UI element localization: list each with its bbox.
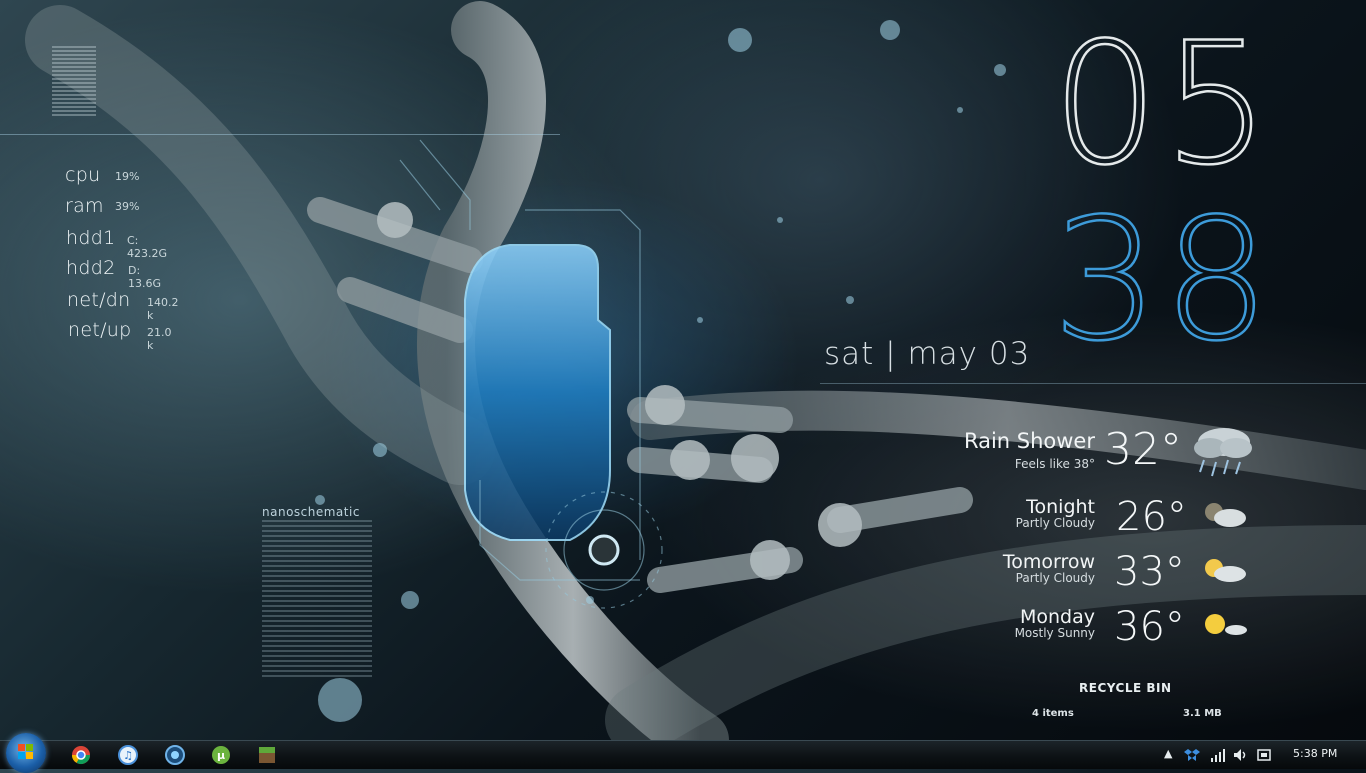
weather-feels-like: Feels like 38° — [1014, 457, 1095, 471]
ram-value: 39% — [115, 200, 140, 213]
weather-monday-condition: Mostly Sunny — [1014, 626, 1095, 640]
hdd2-value: D: 13.6G — [128, 264, 162, 290]
clock-minute: 38 — [1051, 182, 1274, 378]
dropbox-icon[interactable] — [1184, 747, 1200, 763]
net-down-value: 140.2 k — [147, 296, 179, 322]
net-up-label: net/up — [68, 319, 132, 341]
weather-tonight-period: Tonight — [1026, 496, 1095, 518]
mostly-sunny-icon — [1205, 614, 1247, 635]
weather-tomorrow-condition: Partly Cloudy — [1015, 571, 1095, 585]
recycle-bin-title[interactable]: RECYCLE BIN — [1079, 681, 1172, 695]
recycle-bin-size: 3.1 MB — [1183, 708, 1222, 719]
show-hidden-icons-arrow[interactable]: ▲ — [1164, 747, 1172, 760]
taskbar: ♫ µ ▲ 5:38 PM — [0, 733, 1366, 773]
hdd1-value: C: 423.2G — [127, 234, 168, 260]
svg-text:µ: µ — [217, 749, 225, 762]
ram-label: ram — [65, 195, 104, 217]
cpu-value: 19% — [115, 170, 140, 183]
clock-date: sat | may 03 — [824, 336, 1031, 372]
action-center-icon[interactable] — [1256, 747, 1272, 763]
recycle-bin-item-count: 4 items — [1032, 708, 1074, 719]
volume-icon[interactable] — [1233, 747, 1249, 763]
weather-tomorrow-temp: 33° — [1114, 549, 1185, 595]
utorrent-icon[interactable]: µ — [210, 744, 232, 766]
hud-divider-left — [0, 134, 560, 135]
itunes-icon[interactable]: ♫ — [117, 744, 139, 766]
hud-divider-right — [820, 383, 1366, 384]
weather-tomorrow-period: Tomorrow — [1002, 551, 1095, 573]
wallpaper-label: nanoschematic — [262, 505, 360, 519]
hdd2-label: hdd2 — [66, 257, 116, 279]
clock-hour: 05 — [1051, 6, 1274, 202]
rain-cloud-icon — [1194, 428, 1252, 477]
partly-cloudy-day-icon — [1205, 559, 1246, 582]
weather-tonight-temp: 26° — [1116, 494, 1187, 540]
cpu-label: cpu — [65, 164, 101, 186]
net-down-label: net/dn — [67, 289, 131, 311]
net-up-value: 21.0 k — [147, 326, 172, 352]
wallpaper-text-block — [262, 520, 372, 680]
start-button[interactable] — [6, 733, 46, 773]
minecraft-icon[interactable] — [256, 744, 278, 766]
weather-tonight-condition: Partly Cloudy — [1015, 516, 1095, 530]
hdd1-label: hdd1 — [66, 227, 116, 249]
taskbar-clock[interactable]: 5:38 PM — [1293, 747, 1337, 760]
svg-text:♫: ♫ — [123, 749, 133, 762]
weather-monday-period: Monday — [1019, 606, 1095, 628]
wallpaper-fine-print — [52, 46, 96, 116]
media-center-icon[interactable] — [164, 744, 186, 766]
network-signal-icon[interactable] — [1210, 747, 1226, 763]
windows-logo-icon — [18, 744, 33, 759]
partly-cloudy-night-icon — [1205, 503, 1246, 527]
weather-current-temp: 32° — [1104, 424, 1182, 475]
chrome-icon[interactable] — [70, 744, 92, 766]
weather-monday-temp: 36° — [1114, 604, 1185, 650]
weather-current-condition: Rain Shower — [963, 429, 1095, 453]
